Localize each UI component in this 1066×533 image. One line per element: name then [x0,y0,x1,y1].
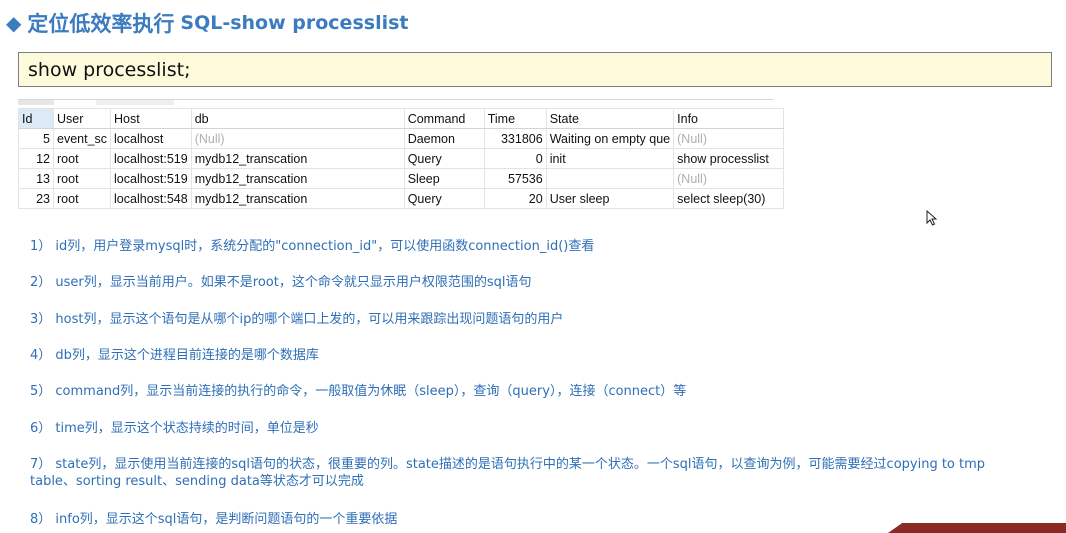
result-tab-strip [18,99,774,106]
column-header-state[interactable]: State [545,108,675,129]
note-item: 6） time列，显示这个状态持续的时间，单位是秒 [30,421,319,436]
cell-host[interactable]: localhost:548 [110,188,192,209]
mouse-cursor-icon [926,210,938,226]
cell-command[interactable]: Sleep [403,168,485,189]
note-item: 1） id列，用户登录mysql时，系统分配的"connection_id"，可… [30,239,595,254]
column-header-info[interactable]: Info [673,108,785,129]
note-item: 3） host列，显示这个语句是从哪个ip的哪个端口上发的，可以用来跟踪出现问题… [30,312,564,327]
cell-state[interactable]: Waiting on empty que [545,128,675,149]
note-item: 7） state列，显示使用当前连接的sql语句的状态，很重要的列。state描… [30,457,986,489]
cell-command[interactable]: Daemon [403,128,485,149]
cell-info[interactable]: select sleep(30) [673,188,785,209]
page-title: ◆ 定位低效率执行 SQL-show processlist [6,8,408,38]
cell-state[interactable]: init [545,148,675,169]
cell-id[interactable]: 13 [18,168,54,189]
diamond-icon: ◆ [6,11,22,35]
cell-host[interactable]: localhost [110,128,192,149]
cell-user[interactable]: root [52,188,112,209]
result-tab[interactable] [18,100,54,105]
processlist-table: Id User Host db Command Time State Info … [18,108,785,209]
cell-time[interactable]: 20 [483,188,547,209]
note-item: 2） user列，显示当前用户。如果不是root，这个命令就只显示用户权限范围的… [30,275,532,290]
cell-db[interactable]: (Null) [190,128,405,149]
page-title-cn: 定位低效率执行 [27,12,175,36]
cell-command[interactable]: Query [403,148,485,169]
corner-banner [888,523,1066,533]
cell-time[interactable]: 57536 [483,168,547,189]
cell-host[interactable]: localhost:519 [110,148,192,169]
cell-user[interactable]: root [52,148,112,169]
column-header-host[interactable]: Host [110,108,192,129]
cell-info[interactable]: (Null) [673,168,785,189]
table-row[interactable]: 5 event_sc localhost (Null) Daemon 33180… [18,128,785,149]
page-title-code: SQL-show processlist [180,12,409,34]
table-row[interactable]: 23 root localhost:548 mydb12_transcation… [18,188,785,209]
column-header-id[interactable]: Id [18,108,54,129]
note-item: 5） command列，显示当前连接的执行的命令，一般取值为休眠（sleep），… [30,384,687,399]
cell-time[interactable]: 331806 [483,128,547,149]
cell-db[interactable]: mydb12_transcation [190,148,405,169]
cell-id[interactable]: 12 [18,148,54,169]
cell-id[interactable]: 23 [18,188,54,209]
table-header-row: Id User Host db Command Time State Info [18,108,785,129]
cell-user[interactable]: event_sc [52,128,112,149]
column-header-command[interactable]: Command [403,108,485,129]
note-item: 4） db列，显示这个进程目前连接的是哪个数据库 [30,348,319,363]
cell-state[interactable]: User sleep [545,188,675,209]
column-header-time[interactable]: Time [483,108,547,129]
result-tab[interactable] [96,100,174,105]
sql-command-box: show processlist; [18,52,1052,87]
cell-command[interactable]: Query [403,188,485,209]
note-item: 8） info列，显示这个sql语句，是判断问题语句的一个重要依据 [30,512,398,527]
column-header-db[interactable]: db [190,108,405,129]
cell-state[interactable] [545,168,675,189]
cell-time[interactable]: 0 [483,148,547,169]
table-row[interactable]: 13 root localhost:519 mydb12_transcation… [18,168,785,189]
cell-user[interactable]: root [52,168,112,189]
cell-db[interactable]: mydb12_transcation [190,188,405,209]
cell-db[interactable]: mydb12_transcation [190,168,405,189]
cell-info[interactable]: show processlist [673,148,785,169]
cell-id[interactable]: 5 [18,128,54,149]
column-header-user[interactable]: User [52,108,112,129]
table-row[interactable]: 12 root localhost:519 mydb12_transcation… [18,148,785,169]
cell-info[interactable]: (Null) [673,128,785,149]
cell-host[interactable]: localhost:519 [110,168,192,189]
